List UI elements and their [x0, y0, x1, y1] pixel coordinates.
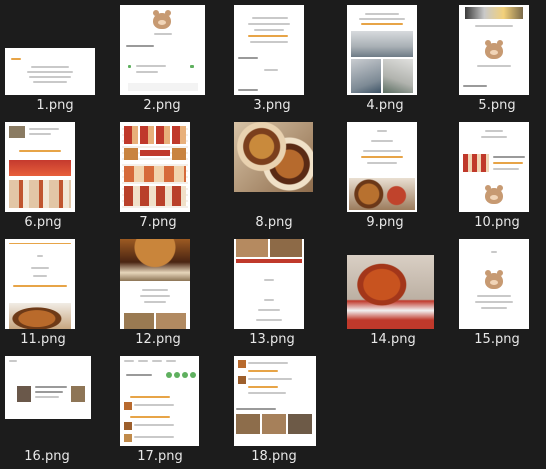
file-thumbnail-16[interactable] [5, 356, 91, 419]
file-thumbnail-12[interactable] [120, 239, 190, 329]
file-name-18[interactable]: 18.png [224, 449, 324, 464]
file-thumbnail-7[interactable] [120, 122, 190, 212]
file-thumbnail-15[interactable] [459, 239, 529, 329]
thumbnail-grid: 1.png 2.png 3.png 4.png 5.png 6.png 7.pn… [0, 0, 546, 469]
file-name-13[interactable]: 13.png [222, 332, 322, 347]
file-thumbnail-17[interactable] [120, 356, 199, 446]
file-thumbnail-8[interactable] [234, 122, 313, 192]
file-thumbnail-9[interactable] [347, 122, 417, 212]
file-thumbnail-10[interactable] [459, 122, 529, 212]
file-thumbnail-4[interactable] [347, 5, 417, 95]
file-name-2[interactable]: 2.png [112, 98, 212, 113]
file-thumbnail-3[interactable] [234, 5, 304, 95]
file-name-15[interactable]: 15.png [447, 332, 546, 347]
file-thumbnail-14[interactable] [347, 255, 434, 329]
file-name-17[interactable]: 17.png [110, 449, 210, 464]
file-name-16[interactable]: 16.png [0, 449, 97, 464]
file-thumbnail-2[interactable] [120, 5, 205, 95]
file-name-4[interactable]: 4.png [335, 98, 435, 113]
file-thumbnail-1[interactable] [5, 48, 95, 95]
file-name-11[interactable]: 11.png [0, 332, 93, 347]
file-name-6[interactable]: 6.png [0, 215, 93, 230]
file-name-9[interactable]: 9.png [335, 215, 435, 230]
file-thumbnail-6[interactable] [5, 122, 75, 212]
file-name-8[interactable]: 8.png [224, 215, 324, 230]
file-thumbnail-11[interactable] [5, 239, 75, 329]
file-thumbnail-13[interactable] [234, 239, 304, 329]
file-name-12[interactable]: 12.png [108, 332, 208, 347]
file-name-3[interactable]: 3.png [222, 98, 322, 113]
file-name-14[interactable]: 14.png [343, 332, 443, 347]
file-thumbnail-18[interactable] [234, 356, 316, 446]
file-name-10[interactable]: 10.png [447, 215, 546, 230]
file-name-5[interactable]: 5.png [447, 98, 546, 113]
file-name-1[interactable]: 1.png [5, 98, 105, 113]
file-thumbnail-5[interactable] [459, 5, 529, 95]
file-name-7[interactable]: 7.png [108, 215, 208, 230]
